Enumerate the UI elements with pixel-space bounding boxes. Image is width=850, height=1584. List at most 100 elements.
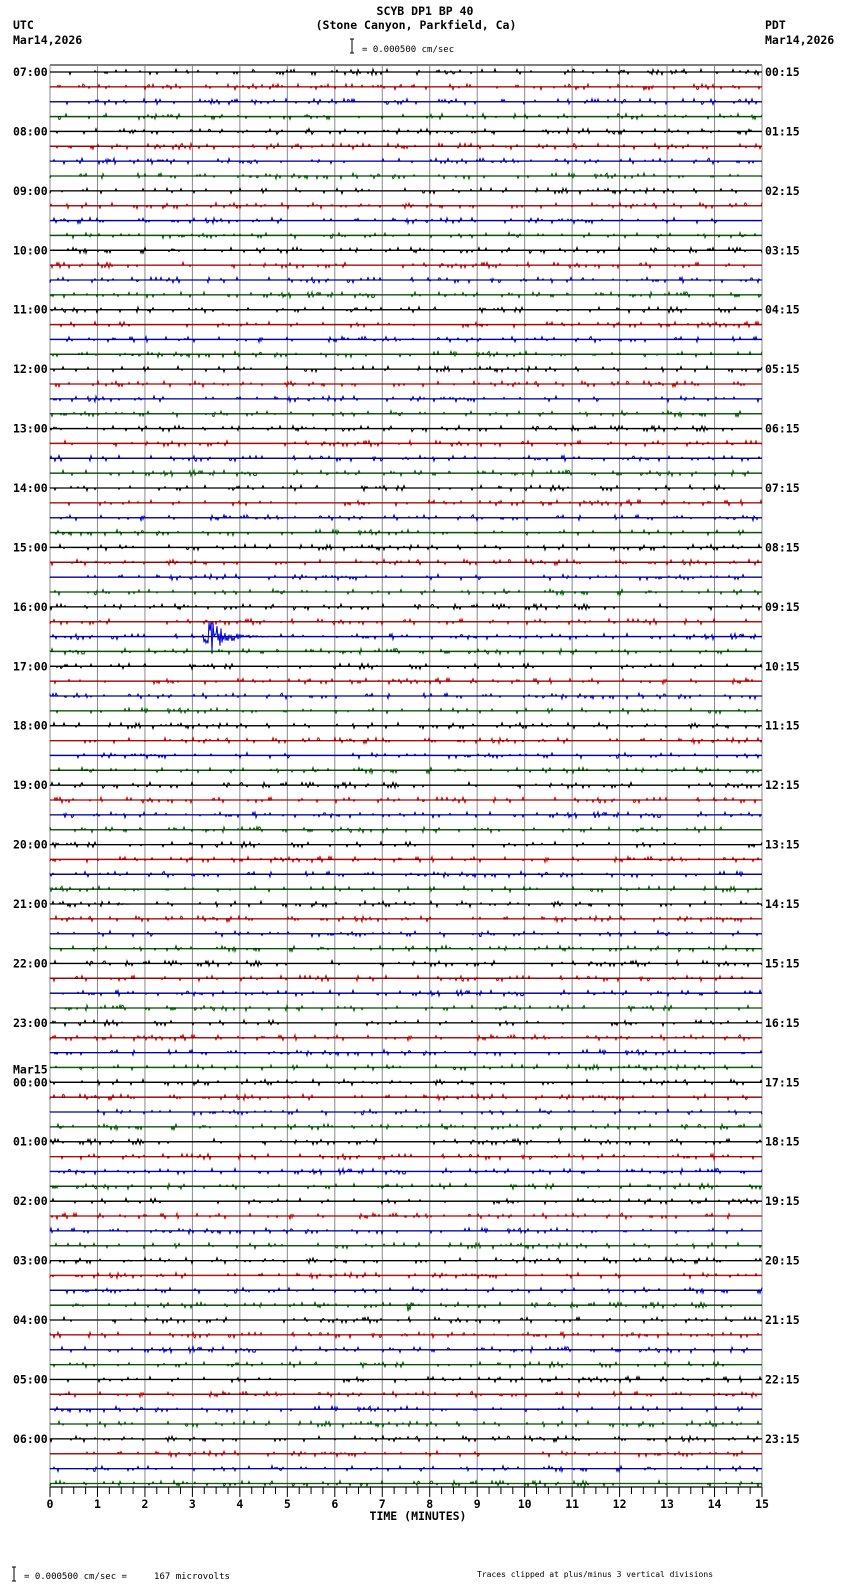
pdt-hour-label: 18:15: [765, 1135, 800, 1149]
pdt-hour-label: 09:15: [765, 600, 800, 614]
seismogram: SCYB DP1 BP 40 (Stone Canyon, Parkfield,…: [0, 0, 850, 1584]
x-tick-label: 0: [47, 1497, 54, 1511]
trace-60: [49, 958, 763, 969]
x-tick-label: 2: [141, 1497, 148, 1511]
pdt-hour-label: 12:15: [765, 778, 800, 792]
utc-hour-label: 04:00: [13, 1313, 48, 1327]
right-date: Mar14,2026: [765, 33, 834, 47]
x-tick-label: 15: [755, 1497, 769, 1511]
trace-28: [49, 483, 762, 493]
trace-39: [49, 646, 762, 656]
trace-71: [49, 1122, 762, 1132]
trace-61: [49, 973, 763, 983]
trace-1: [49, 82, 762, 92]
trace-65: [49, 1032, 762, 1043]
trace-63: [49, 1003, 762, 1013]
trace-82: [49, 1285, 763, 1296]
trace-25: [49, 438, 763, 448]
trace-49: [49, 795, 762, 805]
pdt-hour-label: 07:15: [765, 481, 800, 495]
right-timezone: PDT: [765, 18, 786, 32]
utc-hour-label: 07:00: [13, 65, 48, 79]
pdt-hour-label: 19:15: [765, 1194, 800, 1208]
trace-66: [49, 1047, 763, 1058]
pdt-hour-label: 02:15: [765, 184, 800, 198]
trace-85: [49, 1330, 762, 1340]
footer-note: Traces clipped at plus/minus 3 vertical …: [477, 1570, 713, 1579]
utc-hour-label: 13:00: [13, 422, 48, 436]
utc-hour-label: 19:00: [13, 778, 48, 792]
trace-79: [49, 1241, 762, 1251]
utc-hour-label: 14:00: [13, 481, 48, 495]
trace-7: [49, 171, 763, 181]
left-date: Mar14,2026: [13, 33, 82, 47]
trace-8: [49, 186, 762, 196]
trace-45: [49, 735, 763, 746]
trace-27: [49, 468, 762, 479]
utc-hour-label: 06:00: [13, 1432, 48, 1446]
trace-38: [49, 621, 762, 653]
trace-36: [49, 602, 762, 612]
trace-19: [49, 349, 763, 360]
x-tick-label: 11: [565, 1497, 579, 1511]
utc-hour-label: 10:00: [13, 243, 48, 257]
pdt-hour-label: 14:15: [765, 897, 800, 911]
x-tick-label: 9: [474, 1497, 481, 1511]
utc-hour-label: 20:00: [13, 838, 48, 852]
pdt-hour-label: 22:15: [765, 1372, 800, 1386]
trace-86: [49, 1344, 762, 1355]
trace-42: [49, 691, 762, 701]
helicorder-plot: SCYB DP1 BP 40 (Stone Canyon, Parkfield,…: [12, 4, 834, 1582]
trace-48: [49, 780, 763, 790]
utc-hour-label: 03:00: [13, 1254, 48, 1268]
trace-50: [49, 809, 762, 820]
pdt-hour-label: 04:15: [765, 303, 800, 317]
x-tick-label: 14: [708, 1497, 722, 1511]
pdt-hour-label: 06:15: [765, 422, 800, 436]
footer-scale: = 0.000500 cm/sec = 167 microvolts: [24, 1572, 230, 1582]
utc-hour-label: 02:00: [13, 1194, 48, 1208]
trace-74: [49, 1166, 763, 1177]
chart-title: SCYB DP1 BP 40: [377, 4, 474, 18]
trace-89: [49, 1389, 762, 1400]
x-tick-label: 13: [660, 1497, 674, 1511]
traces: [49, 67, 763, 1489]
utc-hour-label: 22:00: [13, 956, 48, 970]
trace-46: [49, 750, 762, 760]
trace-62: [49, 988, 762, 998]
trace-68: [49, 1077, 763, 1087]
utc-hour-label: 12:00: [13, 362, 48, 376]
utc-hour-label: 01:00: [13, 1135, 48, 1149]
pdt-hour-label: 20:15: [765, 1254, 800, 1268]
pdt-hour-label: 05:15: [765, 362, 800, 376]
date-change-label: Mar15: [13, 1062, 48, 1076]
pdt-hour-label: 11:15: [765, 719, 800, 733]
trace-22: [49, 394, 762, 404]
trace-13: [49, 260, 762, 270]
utc-hour-label: 21:00: [13, 897, 48, 911]
trace-14: [49, 275, 762, 285]
utc-hour-label: 16:00: [13, 600, 48, 614]
trace-37: [49, 617, 762, 627]
scale-label: = 0.000500 cm/sec: [362, 45, 454, 55]
trace-76: [49, 1196, 762, 1206]
trace-92: [49, 1434, 762, 1444]
trace-53: [49, 854, 762, 865]
x-tick-label: 3: [189, 1497, 196, 1511]
trace-18: [49, 334, 762, 345]
pdt-hour-label: 00:15: [765, 65, 800, 79]
utc-hour-label: 00:00: [13, 1075, 48, 1089]
trace-75: [49, 1181, 762, 1192]
trace-78: [49, 1226, 762, 1236]
trace-20: [49, 364, 763, 374]
utc-hour-label: 15:00: [13, 540, 48, 554]
trace-73: [50, 1152, 762, 1162]
utc-hour-label: 23:00: [13, 1016, 48, 1030]
x-axis-label: TIME (MINUTES): [370, 1509, 467, 1523]
trace-23: [49, 409, 762, 419]
utc-hour-label: 18:00: [13, 719, 48, 733]
trace-91: [49, 1419, 762, 1429]
trace-17: [49, 320, 762, 330]
footer-scale-icon: [12, 1566, 16, 1582]
chart-subtitle: (Stone Canyon, Parkfield, Ca): [316, 18, 517, 32]
